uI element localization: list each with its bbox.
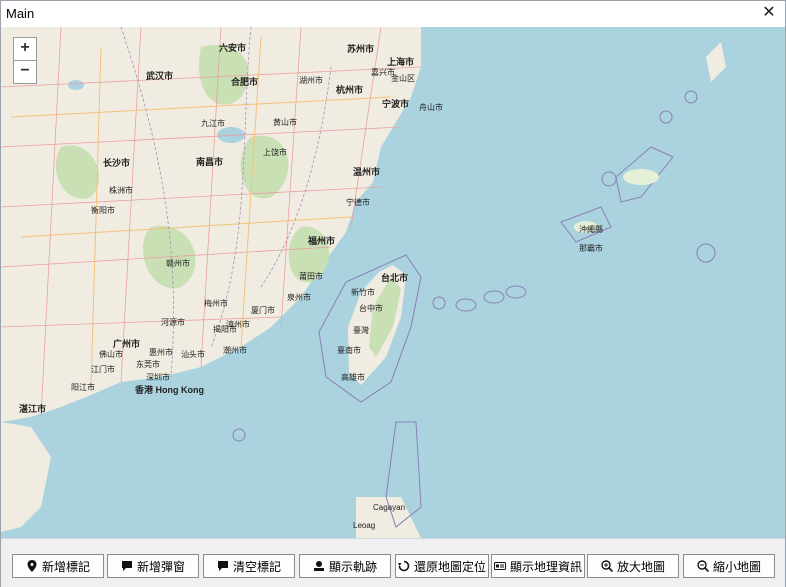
info-icon xyxy=(493,562,506,570)
add-marker-label: 新增標記 xyxy=(41,559,90,574)
zoom-in-icon xyxy=(601,560,613,572)
add-marker-button[interactable]: 新增標記 xyxy=(12,554,104,578)
place-label: 株洲市 xyxy=(109,186,133,195)
zoom-out-map-label: 縮小地圖 xyxy=(712,559,761,574)
map-zoom-in-button[interactable]: + xyxy=(13,37,37,61)
place-label: 合肥市 xyxy=(231,77,259,87)
popup-icon xyxy=(121,561,132,571)
close-icon[interactable]: ✕ xyxy=(759,3,779,23)
place-label: 六安市 xyxy=(219,43,247,53)
place-label: 沖繩縣 xyxy=(579,225,603,234)
place-label: 上饶市 xyxy=(263,148,287,157)
place-label: 东莞市 xyxy=(136,360,160,369)
place-label: 泉州市 xyxy=(287,293,311,302)
place-label: Cagayan xyxy=(373,503,406,512)
place-label: 臺南市 xyxy=(337,346,361,355)
place-label: Leoag xyxy=(353,521,376,530)
place-label: 温州市 xyxy=(353,167,381,177)
place-label: 上海市 xyxy=(387,57,415,67)
map-zoom-out-button[interactable]: − xyxy=(13,60,37,84)
clear-icon xyxy=(217,561,228,571)
main-window: Main ✕ 六安市 合肥市 湖州市 杭州市 苏州市 嘉兴市 上海市 金山区 宁… xyxy=(0,0,786,587)
show-geo-info-button[interactable]: 顯示地理資訊 xyxy=(491,554,585,578)
place-label: 莆田市 xyxy=(299,272,323,281)
place-label: 宁波市 xyxy=(382,99,410,109)
place-label: 衡阳市 xyxy=(91,206,115,215)
track-icon xyxy=(313,561,324,571)
map-view[interactable]: 六安市 合肥市 湖州市 杭州市 苏州市 嘉兴市 上海市 金山区 宁波市 舟山市 … xyxy=(1,27,785,538)
place-label: 深圳市 xyxy=(146,373,170,382)
place-label: 杭州市 xyxy=(336,85,364,95)
place-label: 湛江市 xyxy=(19,404,47,414)
restore-map-position-label: 還原地圖定位 xyxy=(413,559,486,574)
place-label: 江门市 xyxy=(91,365,115,374)
place-label: 惠州市 xyxy=(149,348,173,357)
place-label: 梅州市 xyxy=(204,299,228,308)
show-track-label: 顯示軌跡 xyxy=(328,559,377,574)
place-label: 那霸市 xyxy=(579,244,603,253)
place-label: 台中市 xyxy=(359,304,383,313)
place-label: 河源市 xyxy=(161,318,185,327)
place-label: 福州市 xyxy=(308,236,336,246)
place-label: 香港 Hong Kong xyxy=(135,385,204,395)
place-label: 赣州市 xyxy=(166,259,190,268)
place-label: 金山区 xyxy=(391,74,415,83)
place-label: 阳江市 xyxy=(71,383,95,392)
zoom-out-map-button[interactable]: 縮小地圖 xyxy=(683,554,775,578)
restore-icon xyxy=(397,560,410,572)
zoom-out-icon xyxy=(697,560,709,572)
place-label: 南昌市 xyxy=(196,157,224,167)
place-label: 宁德市 xyxy=(346,198,370,207)
place-label: 汕头市 xyxy=(181,350,205,359)
restore-map-position-button[interactable]: 還原地圖定位 xyxy=(395,554,489,578)
marker-icon xyxy=(27,560,37,572)
place-label: 苏州市 xyxy=(347,44,375,54)
place-label: 佛山市 xyxy=(99,350,123,359)
place-label: 新竹市 xyxy=(351,288,375,297)
place-label: 长沙市 xyxy=(103,158,131,168)
zoom-in-map-button[interactable]: 放大地圖 xyxy=(587,554,679,578)
place-label: 揭阳市 xyxy=(213,325,237,334)
show-track-button[interactable]: 顯示軌跡 xyxy=(299,554,391,578)
place-label: 武汉市 xyxy=(146,71,174,81)
place-label: 湖州市 xyxy=(299,76,323,85)
clear-markers-button[interactable]: 清空標記 xyxy=(203,554,295,578)
title-bar: Main ✕ xyxy=(1,1,785,27)
place-label: 台北市 xyxy=(381,273,409,283)
zoom-in-map-label: 放大地圖 xyxy=(616,559,665,574)
place-label: 九江市 xyxy=(201,119,225,128)
place-label: 臺灣 xyxy=(353,326,369,335)
window-title: Main xyxy=(6,6,35,21)
place-label: 高雄市 xyxy=(341,373,365,382)
place-label: 舟山市 xyxy=(419,103,443,112)
toolbar: 新增標記 新增彈窗 清空標記 顯示軌跡 還原地圖定位 顯示地理資訊 放大地圖 縮… xyxy=(1,538,785,587)
add-popup-label: 新增彈窗 xyxy=(136,559,185,574)
place-label: 潮州市 xyxy=(223,346,247,355)
add-popup-button[interactable]: 新增彈窗 xyxy=(107,554,199,578)
place-label: 厦门市 xyxy=(251,306,275,315)
clear-markers-label: 清空標記 xyxy=(232,559,281,574)
place-label: 黄山市 xyxy=(273,118,297,127)
show-geo-info-label: 顯示地理資訊 xyxy=(509,559,582,574)
